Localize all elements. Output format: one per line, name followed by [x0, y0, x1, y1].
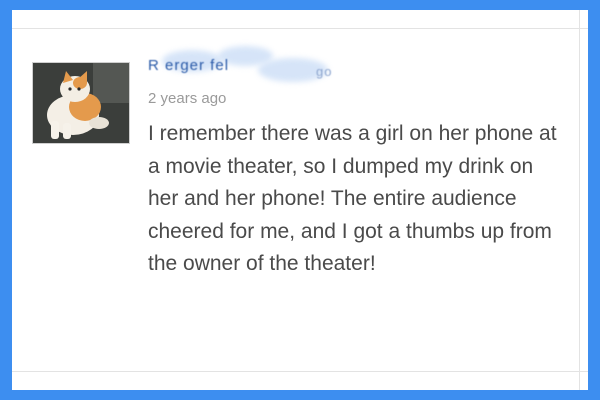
- comment-card: R erger fel go 2 years ago I remember th…: [12, 10, 588, 390]
- username-link[interactable]: R erger fel go: [148, 46, 348, 82]
- username-text: R erger fel: [148, 57, 230, 74]
- avatar[interactable]: [32, 62, 130, 144]
- top-divider: [12, 28, 588, 29]
- cat-photo-icon: [33, 63, 129, 143]
- blue-frame: R erger fel go 2 years ago I remember th…: [0, 0, 600, 400]
- username-suffix: go: [316, 64, 333, 79]
- bottom-divider: [12, 371, 588, 372]
- comment-body: I remember there was a girl on her phone…: [148, 122, 557, 275]
- timestamp: 2 years ago: [148, 90, 227, 107]
- right-divider: [579, 10, 580, 390]
